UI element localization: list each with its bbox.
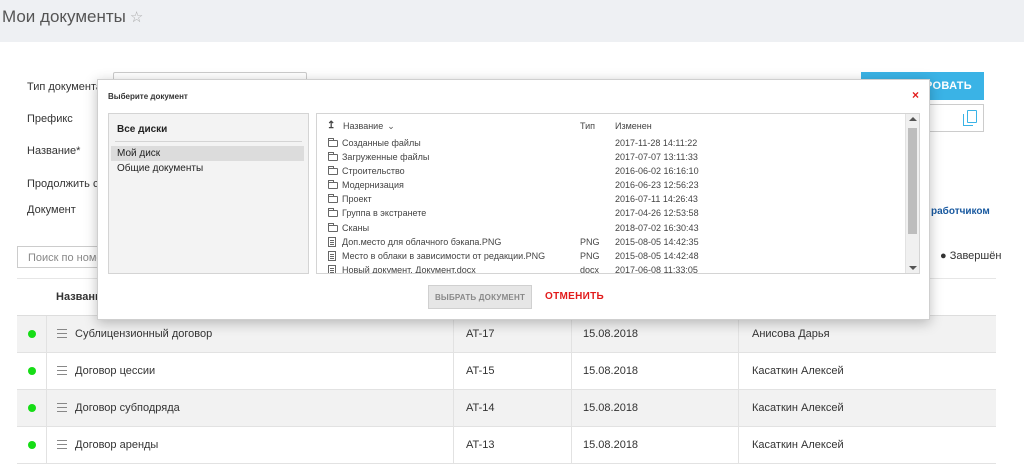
folder-icon	[328, 208, 338, 218]
folder-row[interactable]: Загруженные файлы 2017-07-07 13:11:33	[317, 150, 905, 164]
doc-icon	[328, 236, 336, 247]
sort-up-icon[interactable]: ↥	[327, 120, 335, 131]
folder-row[interactable]: Строительство 2016-06-02 16:16:10	[317, 164, 905, 178]
doc-icon	[328, 250, 336, 261]
file-name: Новый документ. Документ.docx	[342, 264, 476, 274]
chevron-down-icon: ⌄	[387, 121, 395, 131]
file-row[interactable]: Новый документ. Документ.docx docx 2017-06…	[317, 263, 905, 274]
folder-icon	[328, 166, 338, 176]
file-list: Созданные файлы 2017-11-28 14:11:22 Загруж…	[317, 136, 905, 274]
cancel-button[interactable]: ОТМЕНИТЬ	[545, 291, 604, 302]
folder-row[interactable]: Группа в экстранете 2017-04-26 12:53:58	[317, 206, 905, 220]
file-type: PNG	[580, 250, 600, 261]
file-modified: 2017-04-26 12:53:58	[615, 208, 699, 219]
choose-document-dialog: Выберите документ × Все диски Мой диск О…	[97, 79, 930, 320]
scroll-down-icon[interactable]	[909, 266, 917, 270]
folder-icon	[328, 152, 338, 162]
file-name: Место в облаки в зависимости от редакции…	[342, 250, 546, 261]
file-modified: 2017-06-08 11:33:05	[615, 264, 698, 274]
folder-row[interactable]: Модернизация 2016-06-23 12:56:23	[317, 178, 905, 192]
folder-icon	[328, 222, 338, 232]
folder-icon	[328, 138, 338, 147]
doc-icon	[328, 264, 336, 273]
file-name: Доп.место для облачного бэкапа.PNG	[342, 236, 502, 247]
file-browser: ↥ Название ⌄ Тип Изменен Созданные файлы 2…	[316, 113, 920, 274]
file-modified: 2017-11-28 14:11:22	[615, 138, 698, 148]
file-row[interactable]: Место в облаки в зависимости от редакции…	[317, 249, 905, 263]
dialog-title: Выберите документ	[108, 92, 188, 101]
folder-icon	[328, 180, 338, 190]
column-name-label: Название	[343, 121, 384, 131]
file-name: Группа в экстранете	[342, 208, 427, 219]
column-modified[interactable]: Изменен	[615, 121, 652, 131]
drive-item-my-disk[interactable]: Мой диск	[111, 146, 304, 161]
file-modified: 2015-08-05 14:42:35	[615, 236, 699, 247]
file-row[interactable]: Доп.место для облачного бэкапа.PNG PNG 201…	[317, 235, 905, 249]
file-name: Созданные файлы	[342, 138, 421, 148]
folder-row[interactable]: Проект 2016-07-11 14:26:43	[317, 192, 905, 206]
column-type[interactable]: Тип	[580, 121, 595, 131]
file-name: Сканы	[342, 222, 370, 233]
file-name: Загруженные файлы	[342, 152, 430, 163]
scrollbar[interactable]	[905, 114, 919, 273]
scroll-up-icon[interactable]	[909, 117, 917, 121]
file-modified: 2016-06-23 12:56:23	[615, 180, 699, 191]
file-list-header: ↥ Название ⌄ Тип Изменен	[317, 114, 905, 136]
file-modified: 2016-06-02 16:16:10	[615, 166, 699, 177]
file-type: docx	[580, 264, 600, 274]
folder-row[interactable]: Созданные файлы 2017-11-28 14:11:22	[317, 136, 905, 150]
folder-icon	[328, 194, 338, 204]
column-name[interactable]: Название ⌄	[343, 121, 395, 132]
file-modified: 2017-07-07 13:11:33	[615, 152, 698, 163]
file-name: Строительство	[342, 166, 405, 177]
file-type: PNG	[580, 236, 600, 247]
drive-item-shared-docs[interactable]: Общие документы	[111, 161, 304, 176]
file-modified: 2015-08-05 14:42:48	[615, 250, 699, 261]
all-drives-header[interactable]: Все диски	[117, 124, 167, 135]
file-name: Модернизация	[342, 180, 404, 191]
file-modified: 2018-07-02 16:30:43	[615, 222, 699, 233]
close-icon[interactable]: ×	[912, 88, 919, 102]
divider	[115, 141, 302, 142]
drives-panel: Все диски Мой диск Общие документы	[108, 113, 309, 274]
scroll-thumb[interactable]	[908, 128, 917, 234]
file-modified: 2016-07-11 14:26:43	[615, 194, 698, 205]
folder-row[interactable]: Сканы 2018-07-02 16:30:43	[317, 221, 905, 235]
select-document-button[interactable]: ВЫБРАТЬ ДОКУМЕНТ	[428, 285, 532, 309]
file-name: Проект	[342, 194, 372, 205]
